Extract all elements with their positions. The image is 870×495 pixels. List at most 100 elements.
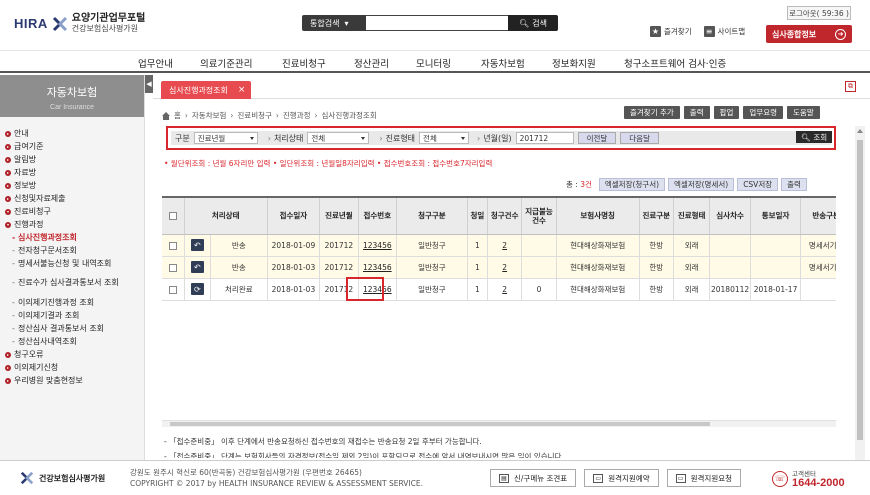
table-row[interactable]: ↶ 반송 2018-01-09 201712 123456 일반청구 1 2 현대해상화재보험 한… bbox=[162, 234, 836, 257]
print-button[interactable]: 출력 bbox=[683, 106, 710, 119]
table-row[interactable]: ↶ 반송 2018-01-03 201712 123456 일반청구 1 2 현대해상화재보험 한… bbox=[162, 256, 836, 279]
breadcrumb-item[interactable]: 홈 bbox=[174, 110, 181, 121]
sidebar-submenu-item[interactable]: 정산심사 결과통보서 조회 bbox=[0, 322, 144, 335]
select-all-checkbox[interactable] bbox=[168, 212, 177, 221]
sidebar-menu-item[interactable]: 안내 bbox=[0, 127, 144, 140]
sidebar-menu-item[interactable]: 알림방 bbox=[0, 153, 144, 166]
gnb-item[interactable]: 정산관리 bbox=[354, 56, 389, 70]
remote-request-button[interactable]: ▭ 원격지원요청 bbox=[666, 469, 742, 487]
scroll-thumb[interactable] bbox=[857, 140, 863, 440]
sidebar-submenu-item[interactable]: 정산심사내역조회 bbox=[0, 335, 144, 348]
gnb-item[interactable]: 의료기준관리 bbox=[200, 56, 252, 70]
sidebar-submenu-item[interactable]: 전자청구문서조회 bbox=[0, 244, 144, 257]
gnb-item[interactable]: 진료비청구 bbox=[282, 56, 326, 70]
sidebar-menu-item[interactable]: 청구오류 bbox=[0, 348, 144, 361]
sidebar-item-label: 전자청구문서조회 bbox=[18, 246, 77, 255]
gnb-item[interactable]: 모니터링 bbox=[416, 56, 451, 70]
next-month-button[interactable]: 다음달 bbox=[620, 132, 659, 144]
scroll-thumb[interactable] bbox=[170, 422, 710, 426]
sidebar-submenu-item[interactable]: 심사진행과정조회 bbox=[0, 231, 144, 244]
status-select[interactable]: 전체 bbox=[307, 132, 370, 144]
search-button[interactable]: 🔍︎ 검색 bbox=[508, 15, 558, 31]
sidebar-submenu-item[interactable]: 이의제기결과 조회 bbox=[0, 309, 144, 322]
logout-button[interactable]: 로그아웃( 59:36 ) bbox=[787, 6, 851, 20]
footer-address-block: 강원도 원주시 혁신로 60(반곡동) 건강보험심사평가원 (우편번호 2646… bbox=[130, 467, 423, 489]
return-icon[interactable]: ↶ bbox=[190, 239, 204, 251]
help-button[interactable]: 도움말 bbox=[787, 106, 820, 119]
bookmark-link[interactable]: ★ 즐겨찾기 bbox=[650, 26, 692, 37]
sidebar-submenu-item[interactable]: 이의제기진행과정 조회 bbox=[0, 296, 144, 309]
sitemap-link[interactable]: ≡ 사이트맵 bbox=[703, 26, 745, 37]
type-select[interactable]: 진료년월 bbox=[193, 132, 258, 144]
portal-button[interactable]: 심사종합정보 ➜ bbox=[766, 25, 852, 43]
refresh-icon[interactable]: ⟳ bbox=[190, 283, 204, 295]
receipt-no-link[interactable]: 123456 bbox=[363, 241, 392, 250]
claim-count-link[interactable]: 2 bbox=[502, 285, 507, 294]
sidebar-menu-item[interactable]: 이의제기신청 bbox=[0, 361, 144, 374]
csv-save-button[interactable]: CSV저장 bbox=[737, 178, 779, 191]
close-icon[interactable]: × bbox=[238, 85, 246, 95]
sidebar-submenu-item[interactable]: 명세서불능신청 및 내역조회 bbox=[0, 257, 144, 270]
excel-statement-button[interactable]: 엑셀저장(명세서) bbox=[668, 178, 735, 191]
return-icon[interactable]: ↶ bbox=[190, 261, 204, 273]
scroll-up-icon[interactable] bbox=[857, 129, 863, 133]
sidebar-collapse-button[interactable]: ◀ bbox=[145, 75, 153, 93]
sidebar-submenu-item[interactable]: 진료수가 심사결과통보서 조회 bbox=[0, 270, 144, 296]
col-insurer[interactable]: 보험사명칭 bbox=[556, 198, 640, 235]
tab-review-progress[interactable]: 심사진행과정조회 × bbox=[161, 81, 252, 99]
sidebar-menu-item[interactable]: 신청및자료제출 bbox=[0, 192, 144, 205]
excel-claim-button[interactable]: 엑셀저장(청구서) bbox=[598, 178, 666, 191]
new-window-icon[interactable]: ⧉ bbox=[845, 81, 856, 92]
col-receipt-date[interactable]: 접수일자 bbox=[267, 198, 321, 235]
col-claim-count[interactable]: 청구건수 bbox=[487, 198, 523, 235]
breadcrumb-item[interactable]: 자동차보험 bbox=[192, 110, 227, 121]
search-button-label: 검색 bbox=[532, 18, 547, 28]
col-care-kind[interactable]: 진료구분 bbox=[639, 198, 674, 235]
col-claim-type[interactable]: 청구구분 bbox=[396, 198, 468, 235]
site-logo[interactable]: HIRA 요양기관업무포털 건강보험심사평가원 bbox=[14, 13, 145, 34]
add-favorite-button[interactable]: 즐겨찾기 추가 bbox=[624, 106, 680, 119]
query-button[interactable]: 🔍︎ 조회 bbox=[796, 131, 832, 143]
home-icon[interactable] bbox=[162, 111, 170, 120]
sidebar-menu-item[interactable]: 정보방 bbox=[0, 179, 144, 192]
table-row[interactable]: ⟳ 처리완료 2018-01-03 201712 123456 일반청구 1 2 0 현대해상화재… bbox=[162, 278, 836, 301]
row-checkbox[interactable] bbox=[168, 241, 177, 250]
sidebar-menu-item[interactable]: 우리병원 맞춤현정보 bbox=[0, 374, 144, 387]
month-input[interactable]: 201712 bbox=[515, 132, 574, 144]
col-care-form[interactable]: 진료형태 bbox=[673, 198, 711, 235]
popup-button[interactable]: 팝업 bbox=[713, 106, 740, 119]
col-receipt-no[interactable]: 접수번호 bbox=[358, 198, 398, 235]
col-care-month[interactable]: 진료년월 bbox=[319, 198, 359, 235]
guide-button[interactable]: 업무요령 bbox=[743, 106, 784, 119]
breadcrumb-item[interactable]: 진료비청구 bbox=[237, 110, 272, 121]
gnb-item[interactable]: 자동차보험 bbox=[481, 56, 525, 70]
search-input[interactable] bbox=[366, 15, 508, 31]
vertical-scrollbar[interactable] bbox=[855, 126, 865, 460]
sidebar-menu-item[interactable]: 진행과정 bbox=[0, 218, 144, 231]
gnb-item[interactable]: 업무안내 bbox=[138, 56, 173, 70]
col-claim-day[interactable]: 청일 bbox=[467, 198, 489, 235]
gnb-item[interactable]: 청구소프트웨어 검사·인증 bbox=[624, 56, 726, 70]
gnb-item[interactable]: 정보화지원 bbox=[552, 56, 596, 70]
menu-map-button[interactable]: ▤ 신/구메뉴 조견표 bbox=[490, 469, 577, 487]
receipt-no-link[interactable]: 123456 bbox=[363, 263, 392, 272]
col-unpayable-count[interactable]: 지급불능건수 bbox=[521, 198, 557, 235]
care-type-select[interactable]: 전체 bbox=[419, 132, 470, 144]
row-checkbox[interactable] bbox=[168, 285, 177, 294]
col-return-type[interactable]: 반송구분 bbox=[800, 198, 836, 235]
row-checkbox[interactable] bbox=[168, 263, 177, 272]
horizontal-scrollbar[interactable] bbox=[162, 420, 836, 427]
breadcrumb-item[interactable]: 진행과정 bbox=[283, 110, 311, 121]
sidebar-menu-item[interactable]: 진료비청구 bbox=[0, 205, 144, 218]
col-status[interactable]: 처리상태 bbox=[184, 198, 268, 235]
col-review-round[interactable]: 심사차수 bbox=[709, 198, 751, 235]
col-notice-date[interactable]: 통보일자 bbox=[750, 198, 802, 235]
sidebar-menu-item[interactable]: 자료방 bbox=[0, 166, 144, 179]
search-scope-select[interactable]: 통합검색 ▾ bbox=[302, 15, 366, 31]
sidebar-menu-item[interactable]: 급여기준 bbox=[0, 140, 144, 153]
claim-count-link[interactable]: 2 bbox=[502, 263, 507, 272]
prev-month-button[interactable]: 이전달 bbox=[577, 132, 617, 144]
list-print-button[interactable]: 출력 bbox=[781, 178, 807, 191]
claim-count-link[interactable]: 2 bbox=[502, 241, 507, 250]
remote-reserve-button[interactable]: ▭ 원격지원예약 bbox=[584, 469, 659, 487]
